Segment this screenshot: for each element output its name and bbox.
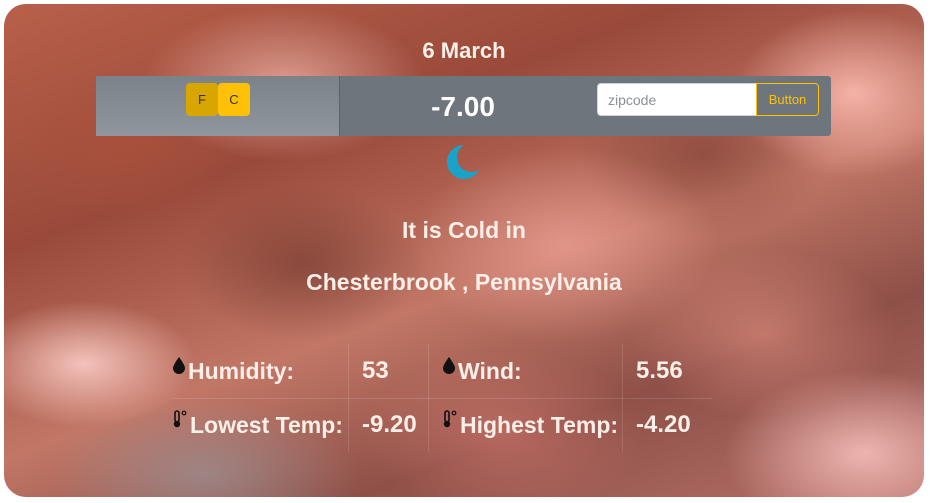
lowest-temp-label-cell: Lowest Temp: — [172, 398, 343, 452]
humidity-label-cell: Humidity: — [172, 344, 294, 398]
app-background: 6 March F C -7.00 Button It is Cold in C… — [4, 4, 924, 497]
lowest-temp-value: -9.20 — [362, 411, 417, 438]
location-text: Chesterbrook , Pennsylvania — [306, 269, 622, 295]
highest-temp-value: -4.20 — [636, 411, 691, 438]
celsius-button[interactable]: C — [218, 83, 250, 116]
droplet-icon — [443, 357, 455, 374]
wind-label-cell: Wind: — [442, 344, 522, 398]
lowest-temp-label: Lowest Temp: — [190, 411, 343, 438]
zipcode-input[interactable] — [597, 83, 757, 116]
thermometer-icon — [173, 410, 187, 428]
highest-temp-label: Highest Temp: — [460, 411, 619, 438]
humidity-label: Humidity: — [188, 357, 295, 384]
date-heading: 6 March — [422, 38, 506, 63]
droplet-icon — [173, 357, 185, 374]
unit-toggle-group: F C — [96, 76, 340, 136]
wind-label: Wind: — [458, 357, 522, 384]
current-temperature: -7.00 — [431, 91, 495, 122]
wind-value: 5.56 — [636, 357, 683, 384]
humidity-value: 53 — [362, 357, 389, 384]
weather-stats-table: Humidity: 53 Wind: 5.56 Lowest Temp: -9.… — [172, 344, 712, 452]
fahrenheit-button[interactable]: F — [186, 83, 218, 116]
thermometer-icon — [443, 410, 457, 428]
highest-temp-label-cell: Highest Temp: — [442, 398, 618, 452]
moon-icon — [447, 145, 479, 179]
top-bar: F C -7.00 Button — [96, 76, 831, 136]
search-button[interactable]: Button — [756, 83, 819, 116]
condition-headline: It is Cold in — [402, 217, 526, 243]
